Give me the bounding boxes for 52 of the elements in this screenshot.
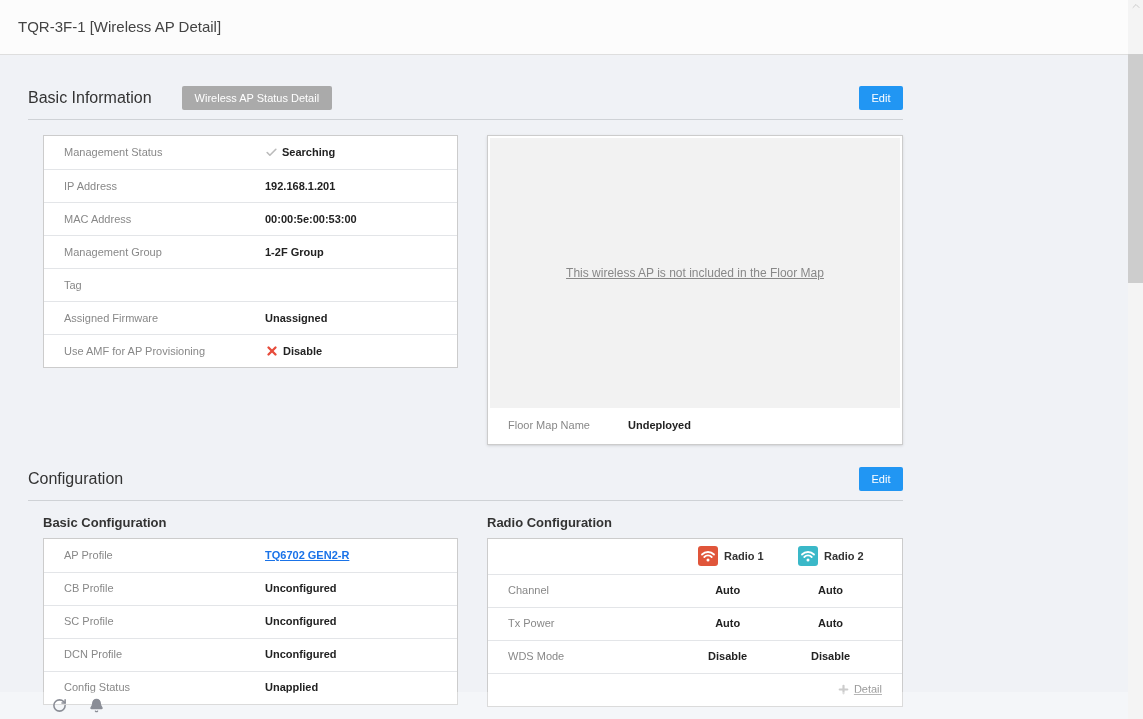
radio-name: Radio 1	[724, 548, 764, 564]
edit-button[interactable]: Edit	[859, 86, 903, 110]
plus-icon	[836, 683, 850, 696]
field-value: Disable	[707, 649, 749, 665]
field-value: Disable	[283, 343, 323, 359]
field-label: DCN Profile	[64, 648, 123, 661]
field-value: Unassigned	[265, 310, 328, 326]
subsection-title: Basic Configuration	[43, 514, 168, 532]
bell-icon[interactable]	[89, 698, 104, 713]
field-label: Management Group	[64, 245, 162, 258]
field-value: Disable	[810, 649, 852, 665]
field-value: Auto	[817, 616, 845, 632]
radio-name: Radio 2	[824, 548, 864, 564]
detail-link[interactable]: Detail	[853, 681, 882, 698]
section-title: Basic Information	[28, 88, 152, 108]
field-label: Use AMF for AP Provisioning	[64, 344, 206, 357]
scrollbar-thumb[interactable]	[1128, 54, 1143, 283]
field-value: Searching	[282, 145, 336, 161]
field-value: 192.168.1.201	[265, 178, 336, 194]
status-detail-button[interactable]: Wireless AP Status Detail	[181, 86, 333, 110]
field-label: Channel	[508, 583, 550, 599]
section-title: Configuration	[28, 469, 124, 489]
field-value: Unconfigured	[265, 647, 337, 663]
field-value: Unconfigured	[265, 581, 337, 597]
field-value: 00:00:5e:00:53:00	[265, 211, 357, 227]
field-label: Tx Power	[508, 616, 556, 632]
field-value: Unapplied	[265, 680, 319, 696]
field-value: Unconfigured	[265, 614, 337, 630]
field-value: Auto	[817, 583, 845, 599]
subsection-title: Radio Configuration	[487, 514, 613, 532]
page-title: TQR-3F-1 [Wireless AP Detail]	[18, 16, 222, 37]
field-value: Undeployed	[628, 417, 691, 433]
field-label: MAC Address	[64, 212, 132, 225]
check-icon	[265, 146, 278, 159]
field-label: SC Profile	[64, 615, 114, 628]
field-label: Management Status	[64, 146, 163, 159]
profile-link[interactable]: TQ6702 GEN2-R	[265, 546, 350, 564]
field-label: Assigned Firmware	[64, 311, 159, 324]
field-label: WDS Mode	[508, 649, 566, 665]
field-label: Tag	[64, 278, 82, 291]
field-label: AP Profile	[64, 548, 113, 561]
field-label: IP Address	[64, 179, 117, 192]
refresh-icon[interactable]	[52, 698, 67, 713]
field-value: 1-2F Group	[265, 244, 324, 260]
cross-icon	[265, 344, 279, 358]
edit-button[interactable]: Edit	[859, 467, 903, 491]
field-label: Floor Map Name	[508, 417, 591, 433]
field-value: Auto	[714, 616, 742, 632]
floor-map-link[interactable]: This wireless AP is not included in the Floor Map	[566, 264, 824, 282]
field-label: Config Status	[64, 681, 131, 694]
field-value: Auto	[714, 583, 742, 599]
field-label: CB Profile	[64, 582, 114, 595]
